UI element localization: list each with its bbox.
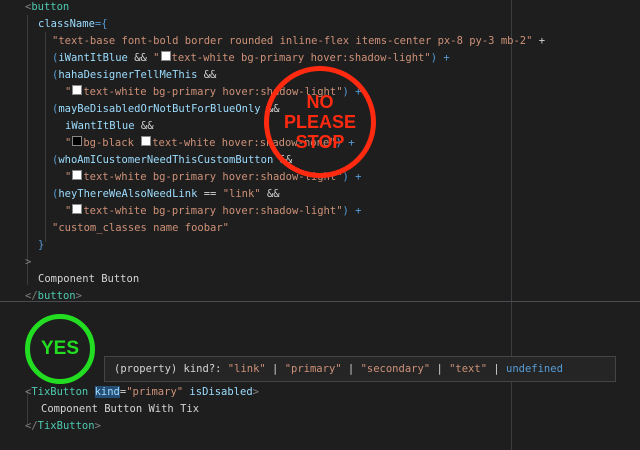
operator: && bbox=[260, 188, 280, 200]
color-swatch-icon bbox=[72, 170, 83, 180]
jsx-text: Component Button bbox=[38, 273, 140, 285]
indent-guide bbox=[27, 15, 28, 285]
code-line: } bbox=[38, 237, 44, 254]
string-literal: " bbox=[65, 86, 72, 98]
tooltip-type-value: "link" bbox=[227, 363, 266, 375]
string-literal: " bbox=[153, 52, 160, 64]
paren: ) + bbox=[342, 205, 362, 217]
scroll-ruler bbox=[511, 382, 512, 450]
variable: whoAmICustomerNeedThisCustomButton bbox=[58, 154, 274, 166]
tooltip-type-value: undefined bbox=[506, 363, 563, 375]
tag-bracket: > bbox=[252, 386, 259, 398]
operator: && bbox=[197, 69, 217, 81]
code-line: </TixButton> bbox=[25, 420, 101, 432]
operator: && bbox=[127, 52, 154, 64]
string-literal: " bbox=[65, 171, 72, 183]
operator: && bbox=[134, 120, 154, 132]
color-swatch-icon bbox=[141, 136, 152, 146]
code-line: > bbox=[25, 254, 31, 271]
color-swatch-icon bbox=[160, 51, 171, 61]
code-line: Component Button bbox=[38, 271, 139, 288]
code-line: "custom_classes name foobar" bbox=[52, 220, 229, 237]
color-swatch-icon bbox=[72, 85, 83, 95]
operator: ={ bbox=[94, 18, 108, 30]
variable: iWantItBlue bbox=[65, 120, 135, 132]
code-line: " text-white bg-primary hover:shadow-ligh… bbox=[65, 203, 361, 220]
string-literal: text-white bg-primary hover:shadow-light… bbox=[83, 205, 343, 217]
indent-guide bbox=[45, 32, 46, 242]
code-line: (mayBeDisabledOrNotButForBlueOnly && bbox=[52, 101, 280, 118]
tooltip-type-value: "secondary" bbox=[360, 363, 431, 375]
tooltip-separator: | bbox=[341, 363, 361, 375]
stamp-text: YES bbox=[40, 338, 80, 359]
attr-name-hovered[interactable]: kind bbox=[94, 386, 120, 398]
code-line: </button> bbox=[25, 290, 82, 302]
tooltip-type-value: "primary" bbox=[284, 363, 342, 375]
tooltip-separator: | bbox=[487, 363, 506, 375]
brace: } bbox=[38, 239, 45, 251]
no-please-stop-stamp: NO PLEASE STOP bbox=[264, 66, 376, 178]
tag-name: TixButton bbox=[31, 386, 89, 398]
code-line: Component Button With Tix bbox=[41, 401, 199, 418]
operator: + bbox=[532, 35, 546, 47]
code-line: (heyThereWeAlsoNeedLink == "link" && bbox=[52, 186, 280, 203]
attr-name: className bbox=[38, 18, 95, 30]
operator: == bbox=[197, 188, 223, 200]
tag-name: button bbox=[31, 1, 70, 13]
tooltip-type-value: "text" bbox=[449, 363, 488, 375]
tooltip-separator: | bbox=[265, 363, 285, 375]
code-line: <button bbox=[25, 1, 70, 13]
code-line: className={ bbox=[38, 16, 108, 33]
variable: hahaDesignerTellMeThis bbox=[58, 69, 198, 81]
variable: mayBeDisabledOrNotButForBlueOnly bbox=[58, 103, 261, 115]
string-literal: "text-base font-bold border rounded inli… bbox=[52, 35, 533, 47]
string-literal: "primary" bbox=[126, 386, 184, 398]
tag-name: TixButton bbox=[37, 420, 95, 432]
stamp-text: STOP bbox=[295, 132, 345, 152]
tag-bracket: > bbox=[25, 256, 32, 268]
string-literal: " bbox=[65, 137, 72, 149]
stamp-text: PLEASE bbox=[283, 112, 357, 132]
paren: ) + bbox=[342, 171, 362, 183]
code-line: (hahaDesignerTellMeThis && bbox=[52, 67, 216, 84]
tooltip-text: (property) kind?: bbox=[114, 363, 228, 375]
jsx-text: Component Button With Tix bbox=[41, 403, 200, 415]
code-line: (whoAmICustomerNeedThisCustomButton && bbox=[52, 152, 292, 169]
scroll-ruler bbox=[511, 302, 512, 357]
string-literal: "custom_classes name foobar" bbox=[52, 222, 230, 234]
type-hint-tooltip: (property) kind?: "link" | "primary" | "… bbox=[104, 356, 616, 382]
code-line: "text-base font-bold border rounded inli… bbox=[52, 33, 545, 50]
code-line: (iWantItBlue && " text-white bg-primary h… bbox=[52, 50, 450, 67]
code-line: iWantItBlue && bbox=[65, 118, 154, 135]
string-literal: bg-black bbox=[83, 137, 141, 149]
string-literal: "link" bbox=[222, 188, 261, 200]
attr-name: isDisabled bbox=[189, 386, 253, 398]
code-line: <TixButton kind="primary" isDisabled> bbox=[25, 386, 259, 398]
variable: iWantItBlue bbox=[58, 52, 128, 64]
stamp-text: NO bbox=[306, 92, 334, 112]
paren: ) + bbox=[430, 52, 450, 64]
string-literal: text-white bg-primary hover:shadow-light… bbox=[171, 52, 431, 64]
tooltip-separator: | bbox=[430, 363, 450, 375]
string-literal: " bbox=[65, 205, 72, 217]
variable: heyThereWeAlsoNeedLink bbox=[58, 188, 198, 200]
color-swatch-icon bbox=[72, 136, 83, 146]
color-swatch-icon bbox=[72, 204, 83, 214]
yes-stamp: YES bbox=[25, 314, 95, 384]
tag-name: button bbox=[37, 290, 76, 302]
